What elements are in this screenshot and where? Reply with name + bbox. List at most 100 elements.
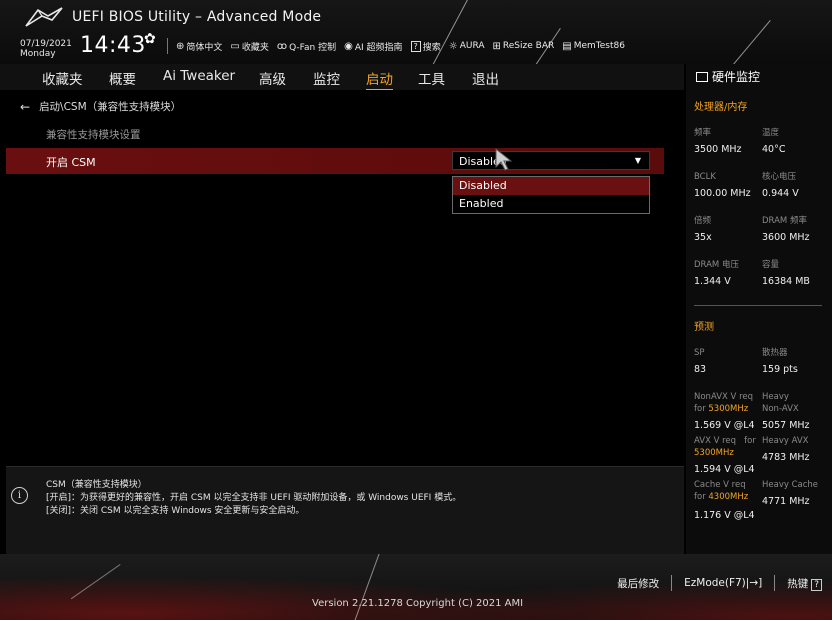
value-sp: 83: [694, 364, 707, 375]
tab-boot[interactable]: 启动: [366, 68, 393, 91]
chevron-down-icon: ▼: [634, 156, 641, 165]
last-modified-button[interactable]: 最后修改: [617, 576, 659, 591]
hotkeys-button[interactable]: 热键?: [787, 576, 822, 591]
value-nonavx-volt: 1.569 V @L4: [694, 420, 755, 431]
toolbar-item-search[interactable]: ? 搜索: [410, 40, 441, 53]
toolbar-item-aura[interactable]: ☼ AURA: [449, 41, 485, 52]
version-text: Version 2.21.1278 Copyright (C) 2021 AMI: [312, 598, 524, 609]
dropdown-option-disabled[interactable]: Disabled: [453, 177, 649, 195]
toolbar-item-ai-oc[interactable]: ◉ AI 超频指南: [344, 40, 402, 53]
label-cache-req: Cache V req: [694, 480, 746, 490]
toolbar-item-memtest[interactable]: ▤ MemTest86: [562, 41, 625, 52]
value-cache-volt: 1.176 V @L4: [694, 510, 755, 521]
decor-slash: [725, 20, 771, 64]
help-text: CSM（兼容性支持模块） [开启]：为获得更好的兼容性，开启 CSM 以完全支持…: [46, 479, 461, 518]
help-line: [关闭]：关闭 CSM 以完全支持 Windows 安全更新与安全启动。: [46, 506, 305, 516]
label-frequency: 频率: [694, 128, 712, 138]
toolbar-divider: [167, 38, 168, 54]
label-temperature: 温度: [762, 128, 780, 138]
toolbar-item-favorites[interactable]: ▭ 收藏夹: [230, 40, 268, 53]
for-text: for: [744, 436, 756, 446]
tab-advanced[interactable]: 高级: [259, 68, 286, 88]
label-bclk: BCLK: [694, 172, 716, 182]
value-ratio: 35x: [694, 232, 712, 243]
tab-main[interactable]: 概要: [109, 68, 136, 88]
label-nonavx-req: NonAVX V req: [694, 392, 754, 402]
toolbar-label: AURA: [459, 41, 485, 51]
date-display: 07/19/2021 Monday: [20, 39, 72, 59]
label-nonavx-for: for 5300MHz: [694, 404, 748, 415]
help-panel: i CSM（兼容性支持模块） [开启]：为获得更好的兼容性，开启 CSM 以完全…: [6, 466, 684, 554]
help-line: CSM（兼容性支持模块）: [46, 480, 147, 490]
toolbar-label: ReSize BAR: [502, 41, 555, 51]
hw-monitor-title-text: 硬件监控: [712, 70, 761, 84]
label-cache-for: for 4300MHz: [694, 492, 748, 503]
hotkeys-label: 热键: [787, 577, 809, 590]
mouse-cursor-icon: [495, 148, 513, 171]
ezmode-label: EzMode(F7): [684, 577, 746, 589]
value-heavy-cache: 4771 MHz: [762, 496, 810, 507]
csm-dropdown-list: Disabled Enabled: [452, 176, 650, 214]
tab-exit[interactable]: 退出: [472, 68, 499, 88]
search-icon: ?: [410, 40, 421, 52]
tab-ai-tweaker[interactable]: Ai Tweaker: [163, 68, 235, 84]
decor-slash: [432, 0, 471, 64]
label-dram-voltage: DRAM 电压: [694, 260, 739, 270]
tab-monitor[interactable]: 监控: [313, 68, 340, 88]
footer-bar: Version 2.21.1278 Copyright (C) 2021 AMI…: [0, 554, 832, 620]
main-content: ← 启动\CSM（兼容性支持模块） 兼容性支持模块设置 开启 CSM Disab…: [6, 90, 684, 464]
breadcrumb-text: 启动\CSM（兼容性支持模块）: [39, 101, 182, 113]
label-capacity: 容量: [762, 260, 780, 270]
avx-freq: 5300MHz: [694, 448, 734, 458]
section-cpu-memory: 处理器/内存: [694, 102, 748, 113]
label-ratio: 倍频: [694, 216, 712, 226]
top-toolbar: ⊕ 简体中文 ▭ 收藏夹 ꝏ Q-Fan 控制 ◉ AI 超频指南 ? 搜索 ☼ AURA …: [167, 38, 633, 54]
footer-divider: [671, 575, 673, 591]
aura-icon: ☼: [448, 40, 458, 52]
main-menu-bar: 收藏夹 概要 Ai Tweaker 高级 监控 启动 工具 退出: [0, 64, 684, 91]
clock-time: 14:43: [80, 33, 146, 58]
help-key-icon: ?: [811, 578, 822, 591]
weekday-text: Monday: [20, 49, 56, 59]
header-bar: UEFI BIOS Utility – Advanced Mode 07/19/…: [0, 0, 832, 64]
panel-divider: [694, 305, 822, 306]
value-dram-voltage: 1.344 V: [694, 276, 731, 287]
avx-req-text: AVX V req: [694, 436, 737, 446]
favorites-icon: ▭: [230, 40, 240, 52]
globe-icon: ⊕: [176, 40, 185, 52]
toolbar-item-resize-bar[interactable]: ⊞ ReSize BAR: [493, 41, 555, 52]
label-heavy-nonavx-2: Non-AVX: [762, 404, 799, 414]
toolbar-label: MemTest86: [573, 41, 625, 51]
section-title: 兼容性支持模块设置: [46, 129, 141, 141]
csm-select[interactable]: Disabled ▼: [452, 151, 650, 170]
for-text: for: [694, 492, 706, 502]
label-heavy-cache: Heavy Cache: [762, 480, 819, 490]
date-text: 07/19/2021: [20, 39, 72, 49]
tab-favorites[interactable]: 收藏夹: [42, 68, 83, 88]
app-title: UEFI BIOS Utility – Advanced Mode: [72, 9, 322, 25]
value-heavy-avx: 4783 MHz: [762, 452, 810, 463]
value-frequency: 3500 MHz: [694, 144, 742, 155]
footer-buttons: 最后修改 EzMode(F7)|→] 热键?: [617, 575, 822, 591]
toolbar-label: Q-Fan 控制: [289, 42, 337, 53]
tab-tool[interactable]: 工具: [418, 68, 445, 88]
breadcrumb[interactable]: ← 启动\CSM（兼容性支持模块）: [20, 99, 181, 114]
nonavx-freq: 5300MHz: [708, 404, 749, 414]
toolbar-item-language[interactable]: ⊕ 简体中文: [176, 40, 222, 53]
back-arrow-icon[interactable]: ←: [20, 100, 30, 114]
rog-logo-icon: [25, 7, 63, 27]
value-bclk: 100.00 MHz: [694, 188, 751, 199]
toolbar-label: 简体中文: [186, 42, 223, 53]
toolbar-label: 收藏夹: [241, 42, 269, 53]
label-cooler: 散热器: [762, 348, 788, 358]
dropdown-option-enabled[interactable]: Enabled: [453, 195, 649, 213]
value-temperature: 40°C: [762, 144, 786, 155]
memtest-icon: ▤: [562, 40, 572, 52]
clock-settings-icon[interactable]: ✿: [144, 31, 156, 47]
toolbar-label: AI 超频指南: [354, 42, 403, 53]
setting-row-csm[interactable]: 开启 CSM Disabled ▼: [6, 148, 664, 174]
hardware-monitor-panel: 硬件监控 处理器/内存 频率 温度 3500 MHz 40°C BCLK 核心电…: [686, 64, 832, 554]
ezmode-button[interactable]: EzMode(F7)|→]: [684, 577, 762, 589]
toolbar-item-qfan[interactable]: ꝏ Q-Fan 控制: [277, 40, 336, 53]
value-core-voltage: 0.944 V: [762, 188, 799, 199]
